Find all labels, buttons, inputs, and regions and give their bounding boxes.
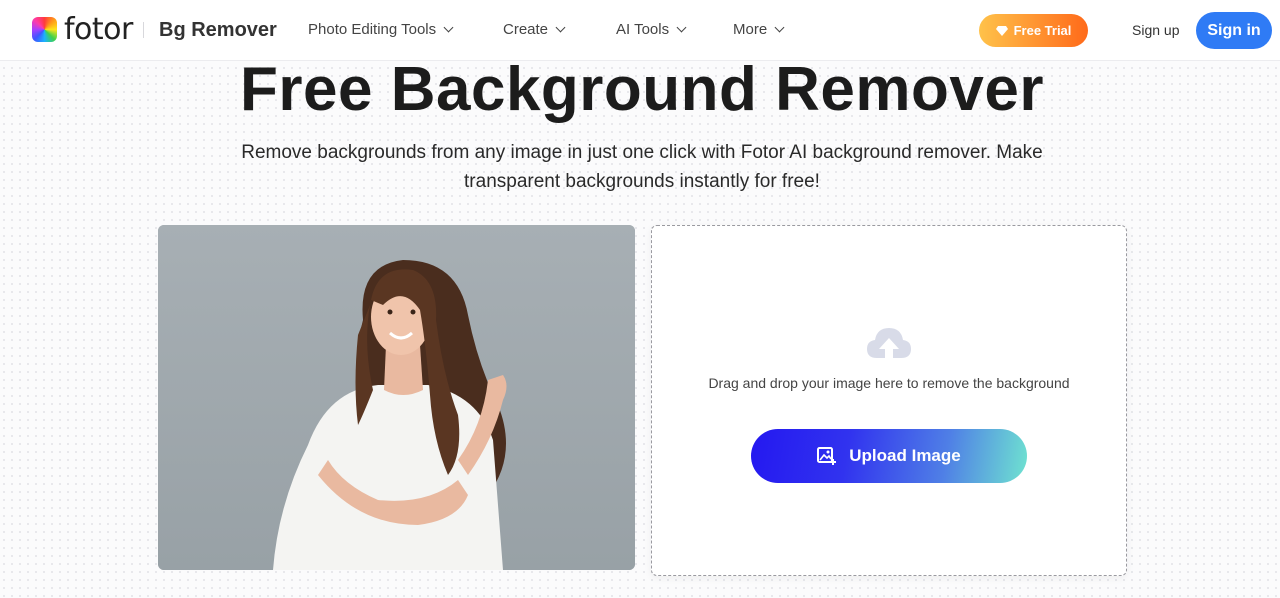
woman-portrait-illustration [158,225,635,570]
nav-label: More [733,21,768,38]
nav-label: Create [503,21,549,38]
sign-in-button[interactable]: Sign in [1196,12,1272,49]
dropzone-instructions: Drag and drop your image here to remove … [708,375,1070,391]
nav-label: AI Tools [616,21,670,38]
nav-ai-tools[interactable]: AI Tools [616,21,687,38]
free-trial-label: Free Trial [1013,23,1072,38]
chevron-down-icon [676,22,687,33]
sample-photo [158,225,635,570]
nav-photo-editing-tools[interactable]: Photo Editing Tools [308,21,454,38]
sign-up-link[interactable]: Sign up [1132,22,1179,38]
fotor-logo[interactable]: fotor [32,12,133,47]
logo-mark-icon [32,17,57,42]
cloud-upload-icon [867,328,911,362]
upload-image-button[interactable]: Upload Image [751,429,1027,483]
top-navbar: fotor Bg Remover Photo Editing Tools Cre… [0,0,1280,61]
add-image-icon [817,447,837,465]
free-trial-button[interactable]: Free Trial [979,14,1088,47]
page-subtitle: Remove backgrounds from any image in jus… [241,142,1043,192]
nav-label: Photo Editing Tools [308,21,437,38]
chevron-down-icon [774,22,785,33]
diamond-icon [995,25,1008,36]
logo-divider [143,22,144,38]
product-name[interactable]: Bg Remover [159,19,277,42]
page-title: Free Background Remover [240,55,1044,124]
upload-dropzone[interactable]: Drag and drop your image here to remove … [651,225,1127,576]
nav-more[interactable]: More [733,21,785,38]
logo-text: fotor [64,12,133,47]
chevron-down-icon [555,22,566,33]
nav-create[interactable]: Create [503,21,566,38]
upload-image-label: Upload Image [849,446,961,465]
chevron-down-icon [443,22,454,33]
